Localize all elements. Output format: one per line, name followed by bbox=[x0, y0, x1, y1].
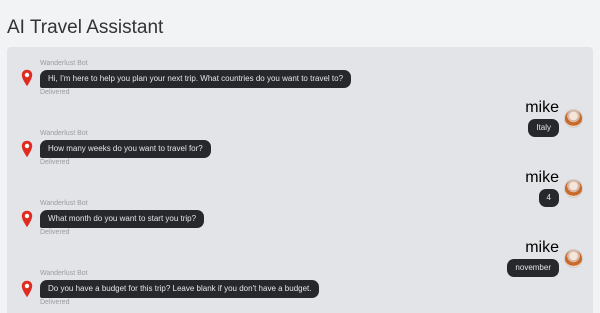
sender-name: Wanderlust Bot bbox=[40, 130, 88, 137]
bot-message: Wanderlust Bot What month do you want to… bbox=[40, 199, 205, 237]
sender-name: Wanderlust Bot bbox=[40, 200, 88, 207]
sender-name: Wanderlust Bot bbox=[40, 270, 88, 277]
delivery-status: Delivered bbox=[40, 159, 70, 166]
map-pin-icon bbox=[21, 140, 33, 158]
user-avatar bbox=[564, 179, 583, 198]
sender-name: mike bbox=[525, 169, 559, 186]
delivery-status: Delivered bbox=[40, 229, 70, 236]
bot-message: Wanderlust Bot Hi, I'm here to help you … bbox=[40, 59, 352, 97]
message-bubble: Do you have a budget for this trip? Leav… bbox=[40, 280, 320, 298]
message-bubble: How many weeks do you want to travel for… bbox=[40, 140, 211, 158]
sender-name: mike bbox=[525, 99, 559, 116]
message-bubble: Italy bbox=[528, 119, 559, 137]
delivery-status: Delivered bbox=[40, 89, 70, 96]
user-avatar bbox=[564, 249, 583, 268]
map-pin-icon bbox=[21, 69, 33, 87]
delivery-status: Delivered bbox=[40, 299, 70, 306]
bot-message: Wanderlust Bot Do you have a budget for … bbox=[40, 269, 320, 307]
message-bubble: 4 bbox=[538, 189, 559, 207]
message-bubble: Hi, I'm here to help you plan your next … bbox=[40, 70, 352, 88]
page-title: AI Travel Assistant bbox=[7, 17, 164, 38]
message-bubble: What month do you want to start you trip… bbox=[40, 210, 205, 228]
user-message: mike Italy bbox=[525, 99, 559, 137]
user-message: mike november bbox=[507, 239, 559, 277]
user-message: mike 4 bbox=[525, 169, 559, 207]
user-avatar bbox=[564, 109, 583, 128]
bot-message: Wanderlust Bot How many weeks do you wan… bbox=[40, 129, 211, 167]
sender-name: mike bbox=[525, 239, 559, 256]
sender-name: Wanderlust Bot bbox=[40, 60, 88, 67]
map-pin-icon bbox=[21, 280, 33, 298]
message-bubble: november bbox=[507, 259, 559, 277]
chat-panel[interactable]: Wanderlust Bot Hi, I'm here to help you … bbox=[7, 47, 593, 313]
map-pin-icon bbox=[21, 210, 33, 228]
